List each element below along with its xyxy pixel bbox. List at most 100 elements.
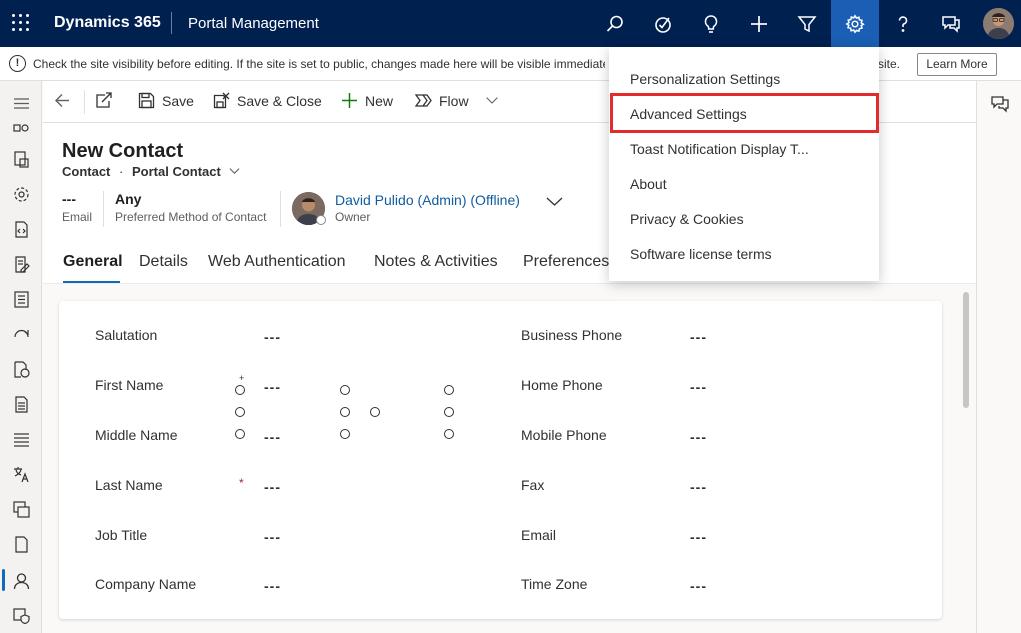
learn-more-button[interactable]: Learn More: [917, 53, 997, 76]
menu-item-about[interactable]: About: [630, 176, 667, 192]
filter-icon[interactable]: [783, 0, 831, 47]
fax-label: Fax: [521, 477, 545, 493]
menu-item-toast-notification[interactable]: Toast Notification Display T...: [630, 141, 809, 157]
notification-message: Check the site visibility before editing…: [33, 57, 605, 71]
app-launcher-icon[interactable]: [12, 14, 30, 32]
business-phone-label: Business Phone: [521, 327, 623, 343]
breadcrumb-separator: ·: [119, 164, 124, 179]
menu-item-privacy-cookies[interactable]: Privacy & Cookies: [630, 211, 744, 227]
settings-nav-icon[interactable]: [11, 184, 31, 204]
header-email-label: Email: [62, 210, 93, 224]
tab-notes-activities[interactable]: Notes & Activities: [374, 253, 498, 271]
loading-dot: [235, 429, 245, 439]
first-name-field[interactable]: ---: [264, 379, 281, 395]
recommended-mark: +: [239, 373, 245, 383]
lightbulb-icon[interactable]: [687, 0, 735, 47]
brand-divider: [171, 12, 172, 34]
menu-item-advanced-settings[interactable]: Advanced Settings: [630, 106, 747, 122]
brand-name[interactable]: Dynamics 365: [54, 14, 161, 32]
task-icon[interactable]: [639, 0, 687, 47]
loading-dot: [444, 429, 454, 439]
header-preferred-contact-value[interactable]: Any: [115, 191, 141, 207]
chevron-down-icon[interactable]: [485, 92, 499, 109]
time-zone-label: Time Zone: [521, 576, 588, 592]
loading-dot: [370, 407, 380, 417]
help-icon[interactable]: [879, 0, 927, 47]
web-roles-icon[interactable]: [11, 118, 31, 138]
last-name-field[interactable]: ---: [264, 479, 281, 495]
loading-dot: [340, 407, 350, 417]
back-button[interactable]: [54, 92, 71, 109]
required-mark: *: [239, 476, 244, 490]
vertical-scrollbar[interactable]: [963, 292, 969, 408]
languages-icon[interactable]: [11, 464, 31, 484]
fax-field[interactable]: ---: [690, 479, 707, 495]
owner-link[interactable]: David Pulido (Admin) (Offline): [335, 192, 520, 208]
search-icon[interactable]: [591, 0, 639, 47]
site-markers-icon[interactable]: [11, 359, 31, 379]
mobile-phone-field[interactable]: ---: [690, 429, 707, 445]
entity-name: Contact: [62, 164, 111, 179]
chat-icon[interactable]: [927, 0, 975, 47]
tab-general[interactable]: General: [63, 253, 123, 271]
entity-form-selector[interactable]: Contact · Portal Contact: [62, 164, 240, 179]
contacts-icon[interactable]: [11, 571, 31, 591]
web-pages-icon[interactable]: [11, 499, 31, 519]
plus-icon[interactable]: [735, 0, 783, 47]
settings-menu: Personalization Settings Advanced Settin…: [609, 47, 879, 281]
contact-section-card: Salutation --- First Name + --- Middle N…: [59, 301, 942, 619]
time-zone-field[interactable]: ---: [690, 578, 707, 594]
info-icon: !: [9, 55, 26, 72]
save-button[interactable]: Save: [138, 92, 194, 109]
gear-icon[interactable]: [831, 0, 879, 47]
header-expand-chevron-icon[interactable]: [546, 193, 563, 210]
top-navigation-bar: Dynamics 365 Portal Management: [0, 0, 1021, 47]
loading-dot: [340, 429, 350, 439]
middle-name-field[interactable]: ---: [264, 429, 281, 445]
save-and-close-button[interactable]: Save & Close: [213, 92, 322, 109]
owner-label: Owner: [335, 210, 371, 224]
salutation-field[interactable]: ---: [264, 329, 281, 345]
email-field[interactable]: ---: [690, 529, 707, 545]
forms-icon[interactable]: [11, 394, 31, 414]
lists-icon[interactable]: [11, 289, 31, 309]
security-icon[interactable]: [11, 605, 31, 625]
loading-dot: [444, 407, 454, 417]
header-divider: [280, 191, 281, 227]
new-label: New: [365, 92, 394, 109]
loading-dot: [444, 385, 454, 395]
hamburger-menu-icon[interactable]: [11, 93, 31, 113]
home-phone-field[interactable]: ---: [690, 379, 707, 395]
mobile-phone-label: Mobile Phone: [521, 427, 607, 443]
left-navigation: [0, 81, 42, 633]
open-in-new-window-button[interactable]: [95, 92, 112, 109]
email-label: Email: [521, 527, 557, 543]
page-icon[interactable]: [11, 534, 31, 554]
new-button[interactable]: New: [341, 92, 393, 109]
header-preferred-contact-label: Preferred Method of Contact: [115, 210, 267, 224]
flow-button[interactable]: Flow: [415, 92, 499, 109]
save-and-close-label: Save & Close: [237, 92, 322, 109]
tab-preferences[interactable]: Preferences: [523, 253, 609, 271]
web-templates-icon[interactable]: [11, 219, 31, 239]
company-name-label: Company Name: [95, 576, 197, 592]
menu-item-software-license-terms[interactable]: Software license terms: [630, 246, 772, 262]
content-snippets-icon[interactable]: [11, 254, 31, 274]
tab-web-authentication[interactable]: Web Authentication: [208, 253, 346, 271]
user-avatar[interactable]: [983, 8, 1014, 39]
menu-item-personalization-settings[interactable]: Personalization Settings: [630, 71, 780, 87]
company-name-field[interactable]: ---: [264, 578, 281, 594]
redirects-icon[interactable]: [11, 324, 31, 344]
tab-details[interactable]: Details: [139, 253, 188, 271]
app-name[interactable]: Portal Management: [188, 15, 319, 32]
menu-list-icon[interactable]: [11, 429, 31, 449]
business-phone-field[interactable]: ---: [690, 329, 707, 345]
right-rail: [976, 81, 1021, 633]
web-files-icon[interactable]: [11, 149, 31, 169]
form-body: Salutation --- First Name + --- Middle N…: [43, 283, 976, 633]
notification-message-tail: site.: [878, 57, 901, 71]
form-name: Portal Contact: [131, 164, 221, 179]
chat-panel-icon[interactable]: [991, 95, 1009, 113]
form-chevron-down-icon: [229, 168, 240, 175]
job-title-field[interactable]: ---: [264, 529, 281, 545]
